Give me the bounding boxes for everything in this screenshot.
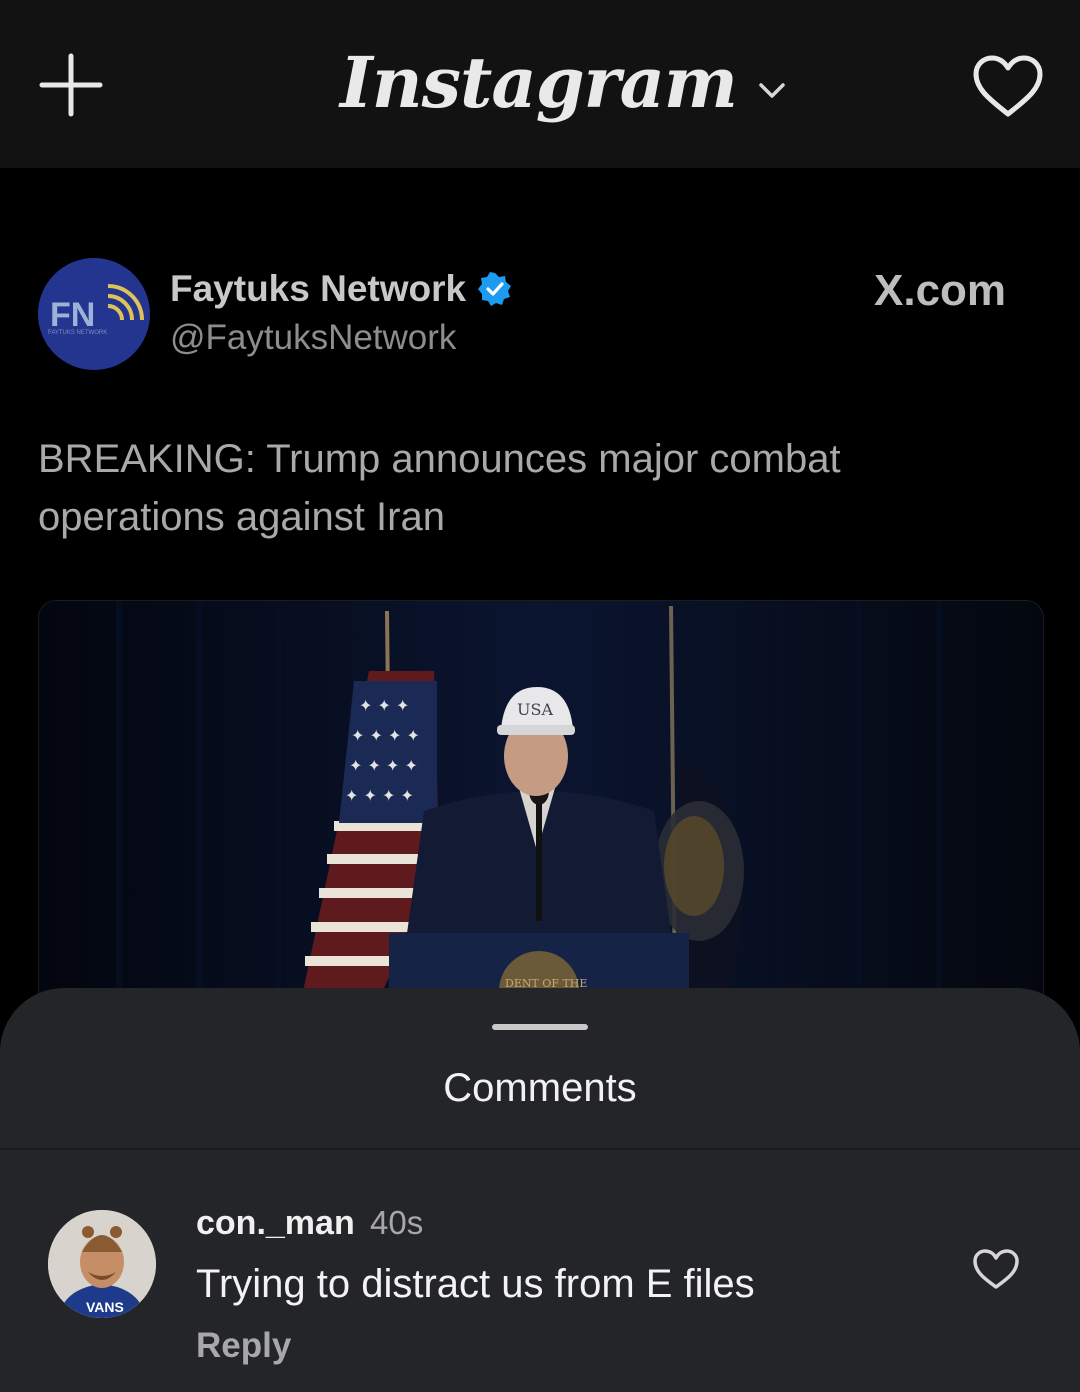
top-app-bar: Instagram (0, 0, 1080, 168)
author-name-text: Faytuks Network (170, 268, 467, 309)
avatar-tagline: FAYTUKS NETWORK (48, 330, 107, 336)
comment-text: Trying to distract us from E files (196, 1262, 755, 1306)
avatar[interactable]: FN FAYTUKS NETWORK (38, 258, 150, 370)
divider (0, 1148, 1080, 1150)
svg-text:✦ ✦ ✦: ✦ ✦ ✦ (359, 696, 409, 715)
cap-text: USA (517, 700, 553, 719)
app-logo: Instagram (340, 40, 738, 124)
post-source-label: X.com (874, 266, 1007, 315)
post-author-handle[interactable]: @FaytuksNetwork (170, 318, 456, 358)
user-photo: VANS (48, 1210, 156, 1318)
post-text: BREAKING: Trump announces major combat o… (38, 437, 841, 539)
avatar-logo-text: FN (50, 296, 95, 334)
app-logo-switcher[interactable]: Instagram (340, 22, 787, 142)
svg-text:✦ ✦ ✦ ✦: ✦ ✦ ✦ ✦ (349, 756, 418, 775)
post-author-name[interactable]: Faytuks Network (170, 268, 512, 310)
plus-icon[interactable] (38, 52, 104, 118)
reply-button[interactable]: Reply (196, 1326, 291, 1366)
heart-icon[interactable] (972, 54, 1044, 118)
comment-username[interactable]: con._man (196, 1204, 355, 1243)
drag-handle[interactable] (492, 1024, 588, 1030)
svg-text:✦ ✦ ✦ ✦: ✦ ✦ ✦ ✦ (351, 726, 420, 745)
hoodie-text: VANS (86, 1299, 124, 1315)
chevron-down-icon (759, 83, 785, 98)
comment-timestamp: 40s (370, 1204, 424, 1241)
svg-text:✦ ✦ ✦ ✦: ✦ ✦ ✦ ✦ (345, 786, 414, 805)
verified-badge-icon (478, 272, 512, 306)
post-screenshot[interactable]: FN FAYTUKS NETWORK Faytuks Network @Fayt… (0, 168, 1080, 1068)
comments-title: Comments (443, 1066, 637, 1110)
avatar[interactable]: VANS (48, 1210, 156, 1318)
screen: Instagram FN FAYTUKS NETWORK Faytuks Net… (0, 0, 1080, 1392)
comments-sheet: Comments VANS con._man 40s Trying to dis… (0, 988, 1080, 1392)
faytuks-logo-icon: FN FAYTUKS NETWORK (38, 258, 150, 370)
heart-icon[interactable] (972, 1248, 1020, 1290)
